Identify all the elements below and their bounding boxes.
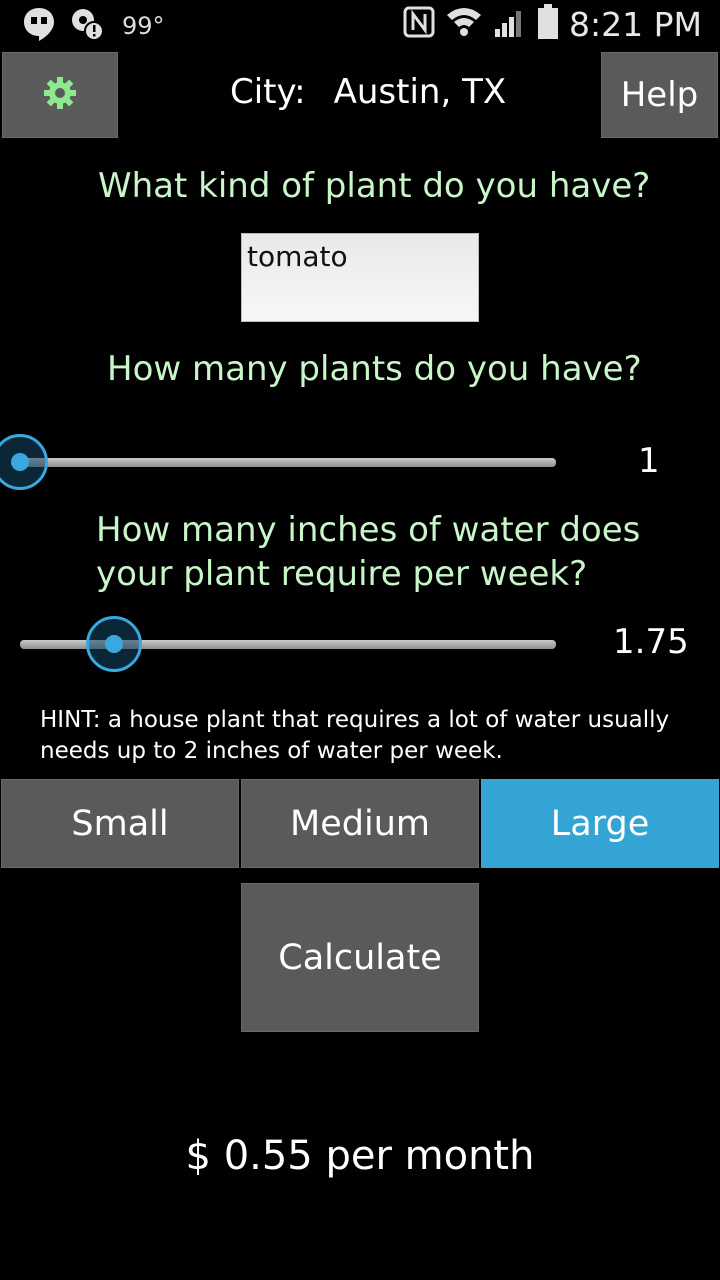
status-bar-right: 8:21 PM <box>403 4 702 44</box>
plant-count-question: How many plants do you have? <box>107 349 642 389</box>
plant-type-value: tomato <box>247 240 348 273</box>
gear-icon <box>42 75 78 115</box>
water-question-line1: How many inches of water does <box>96 510 641 550</box>
slider-thumb-dot <box>104 635 123 653</box>
clock-text: 8:21 PM <box>569 4 702 44</box>
calculate-button[interactable]: Calculate <box>241 883 479 1032</box>
battery-icon <box>537 4 559 44</box>
help-button[interactable]: Help <box>601 52 718 138</box>
city-value: Austin, TX <box>333 72 507 112</box>
hint-text: HINT: a house plant that requires a lot … <box>40 707 670 764</box>
nfc-icon <box>403 6 435 42</box>
city-display: City: Austin, TX <box>230 72 506 112</box>
settings-button[interactable] <box>2 52 118 138</box>
water-question-line2: your plant require per week? <box>96 554 588 594</box>
plant-type-question: What kind of plant do you have? <box>98 166 651 206</box>
size-medium-button[interactable]: Medium <box>241 779 479 868</box>
signal-icon <box>493 5 527 43</box>
location-alert-icon <box>70 7 104 45</box>
size-small-button[interactable]: Small <box>1 779 239 868</box>
plant-count-slider-track[interactable] <box>20 458 556 467</box>
water-inches-value: 1.75 <box>613 622 689 662</box>
water-slider-thumb[interactable] <box>85 616 142 672</box>
temperature-text: 99° <box>122 12 165 40</box>
size-large-button[interactable]: Large <box>481 779 719 868</box>
city-label: City: <box>230 72 306 112</box>
plant-count-value: 1 <box>638 441 660 481</box>
status-bar-left: 99° <box>22 6 165 46</box>
plant-count-slider-thumb[interactable] <box>0 434 48 490</box>
hangouts-icon <box>22 6 56 46</box>
status-bar: 99° 8:21 PM <box>0 0 720 48</box>
wifi-icon <box>445 5 483 43</box>
result-text: $ 0.55 per month <box>185 1133 535 1179</box>
slider-thumb-dot <box>11 453 29 471</box>
